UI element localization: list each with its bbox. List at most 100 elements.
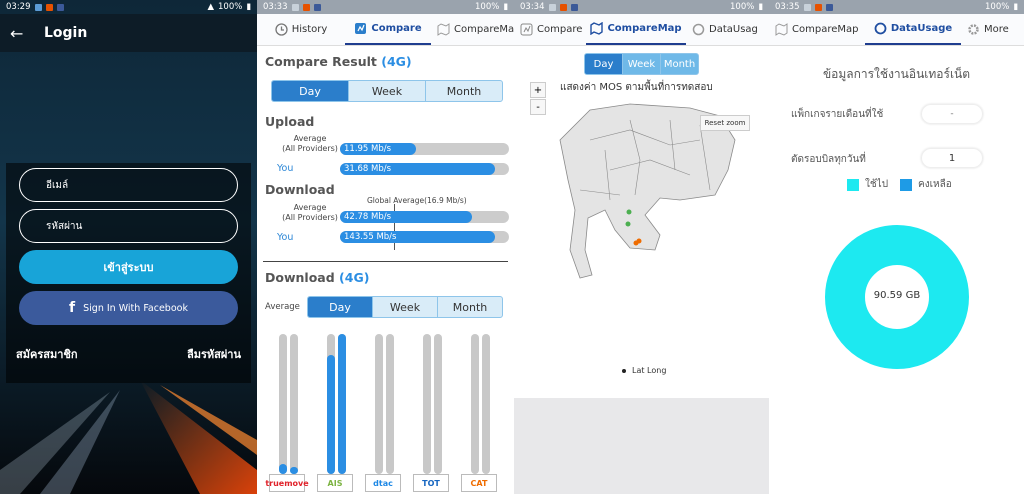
network-type: (4G) [381, 54, 412, 69]
billing-day-label: ตัดรอบบิลทุกวันที่ [791, 154, 866, 165]
tab-datausage[interactable]: DataUsage [865, 13, 961, 45]
provider-logo-cat: CAT [461, 474, 497, 492]
map-icon [590, 21, 604, 35]
register-link[interactable]: สมัครสมาชิก [16, 345, 78, 363]
tab-datausage-label: DataUsage [890, 22, 953, 34]
upload-title: Upload [265, 114, 315, 129]
average-text: Average [293, 134, 327, 143]
signal-icon: ▲ [207, 2, 214, 12]
period-week[interactable]: Week [373, 297, 438, 317]
tab-comparemap[interactable]: CompareMap [586, 13, 686, 45]
legend-label: Lat Long [632, 366, 667, 375]
period-selector: Day Week Month [271, 80, 503, 102]
legend-dot-icon [622, 368, 626, 373]
section-divider [263, 261, 508, 262]
all-providers-text: (All Providers) [282, 213, 338, 222]
notification-icon [559, 3, 567, 11]
used-swatch [847, 178, 859, 191]
period-selector-4g: Day Week Month [307, 296, 503, 318]
provider-you-bar [386, 334, 394, 474]
provider-average-bar [375, 334, 383, 474]
tab-compare[interactable]: Compare [345, 13, 431, 45]
upload-you-bar: 31.68 Mb/s [340, 163, 509, 175]
facebook-notification-icon [570, 3, 578, 11]
status-time: 03:29 [6, 2, 31, 12]
package-label: แพ็กเกจรายเดือนที่ใช้ [791, 109, 884, 120]
tab-more[interactable]: More [961, 13, 1024, 45]
notification-icon [814, 3, 822, 11]
tab-history[interactable]: History [257, 13, 345, 45]
average-text: Average [293, 203, 327, 212]
battery-level: 100% [730, 2, 755, 12]
tab-datausage[interactable]: DataUsag [686, 13, 769, 45]
period-month[interactable]: Month [661, 54, 698, 74]
period-week[interactable]: Week [349, 81, 426, 101]
provider-bar-fill [327, 355, 335, 474]
download-4g-title: Download (4G) [265, 270, 369, 285]
facebook-icon: f [69, 300, 76, 316]
back-arrow-icon[interactable]: ← [10, 24, 34, 43]
username-input[interactable]: อีเมล์ [19, 168, 238, 202]
upload-you-fill: 31.68 Mb/s [340, 163, 496, 175]
used-label: ใช้ไป [865, 179, 889, 190]
tab-bar: Compare CompareMap DataUsag [514, 14, 769, 46]
forgot-password-link[interactable]: ลืมรหัสผ่าน [187, 345, 241, 363]
tab-comparemap[interactable]: CompareMap [769, 13, 865, 45]
provider-bar-fill [279, 464, 287, 474]
battery-level: 100% [218, 2, 243, 12]
login-screen: 03:29 ▲ 100% ▮ ← Login อีเมล์ รหัสผ่าน เ… [0, 0, 257, 494]
tab-datausage-label: DataUsag [709, 23, 758, 35]
notification-icon [803, 3, 811, 11]
facebook-button-label: Sign In With Facebook [83, 302, 188, 314]
billing-day-field[interactable]: 1 [921, 148, 983, 168]
map-title: แสดงค่า MOS ตามพื้นที่การทดสอบ [560, 82, 713, 93]
period-day[interactable]: Day [585, 54, 623, 74]
zoom-in-button[interactable]: + [530, 82, 546, 98]
compare-icon [520, 23, 533, 36]
provider-average-bar [423, 334, 431, 474]
period-month[interactable]: Month [438, 297, 502, 317]
map-icon [775, 22, 788, 36]
tab-compare-label: Compare [371, 22, 422, 34]
usage-legend: ใช้ไป คงเหลือ [847, 177, 952, 192]
provider-logo-ais: AIS [317, 474, 353, 492]
tab-more-label: More [984, 23, 1009, 35]
password-input[interactable]: รหัสผ่าน [19, 209, 238, 243]
compare-icon [354, 22, 367, 35]
provider-bar-fill [338, 334, 346, 474]
download-title: Download [265, 182, 335, 197]
reset-zoom-button[interactable]: Reset zoom [700, 115, 750, 131]
upload-average-fill: 11.95 Mb/s [340, 143, 417, 155]
facebook-login-button[interactable]: f Sign In With Facebook [19, 291, 238, 325]
data-usage-icon [692, 23, 705, 36]
provider-logo-tot: TOT [413, 474, 449, 492]
battery-icon: ▮ [503, 2, 508, 12]
map-footer [514, 398, 769, 494]
provider-you-bar [434, 334, 442, 474]
tab-compare[interactable]: Compare [514, 13, 586, 45]
tab-comparemap-label: CompareMap [792, 23, 859, 35]
password-placeholder: รหัสผ่าน [46, 220, 83, 232]
period-week[interactable]: Week [623, 54, 661, 74]
download-you-fill: 143.55 Mb/s [340, 231, 496, 243]
package-field[interactable]: - [921, 104, 983, 124]
upload-you-label: You [277, 163, 294, 174]
provider-you-bar [290, 334, 298, 474]
period-day[interactable]: Day [308, 297, 373, 317]
facebook-notification-icon [56, 3, 64, 11]
provider-you-bar [338, 334, 346, 474]
login-button[interactable]: เข้าสู่ระบบ [19, 250, 238, 284]
facebook-notification-icon [313, 3, 321, 11]
username-placeholder: อีเมล์ [46, 179, 69, 191]
tab-bar: CompareMap DataUsage More [769, 14, 1024, 46]
zoom-out-button[interactable]: - [530, 99, 546, 115]
map-marker[interactable] [636, 238, 642, 244]
period-month[interactable]: Month [426, 81, 502, 101]
tab-comparemap[interactable]: CompareMa [431, 13, 514, 45]
battery-level: 100% [985, 2, 1010, 12]
notification-icon [34, 3, 42, 11]
download-average-label: Average (All Providers) [277, 203, 343, 223]
map-marker[interactable] [625, 221, 631, 227]
map-marker[interactable] [626, 209, 632, 215]
period-day[interactable]: Day [272, 81, 349, 101]
